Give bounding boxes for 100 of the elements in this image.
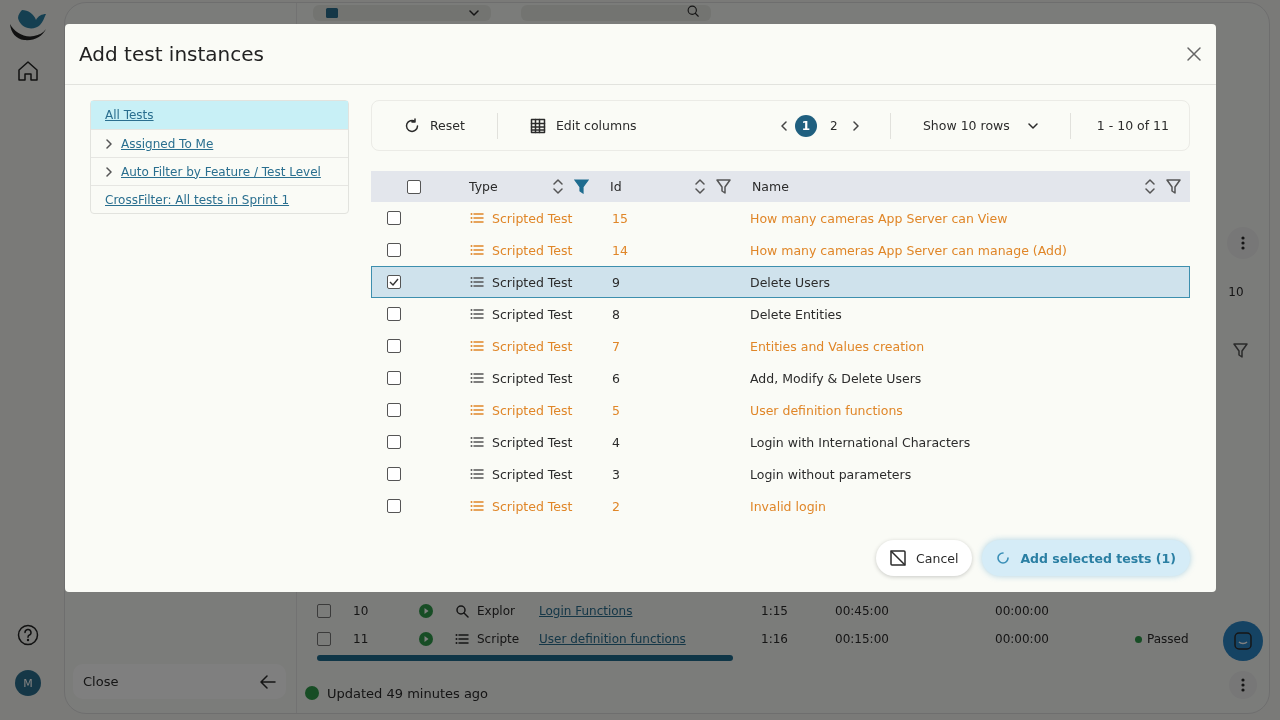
close-button[interactable]: Close bbox=[73, 664, 286, 699]
checkbox[interactable] bbox=[317, 604, 331, 618]
rows-dropdown[interactable]: Show 10 rows bbox=[916, 117, 1044, 134]
column-header[interactable]: Type bbox=[460, 171, 598, 202]
row-checkbox[interactable] bbox=[387, 307, 401, 321]
chevron-right-icon[interactable] bbox=[105, 166, 113, 177]
filter-item[interactable]: Auto Filter by Feature / Test Level bbox=[91, 157, 348, 185]
row-checkbox[interactable] bbox=[387, 499, 401, 513]
row-checkbox[interactable] bbox=[387, 339, 401, 353]
list-icon bbox=[470, 339, 484, 353]
table-cell-text: 00:15:00 bbox=[835, 632, 890, 646]
table-row[interactable]: Scripted Test 4 Login with International Characters bbox=[371, 426, 1190, 458]
kebab-icon bbox=[1241, 236, 1245, 250]
sort-icon[interactable] bbox=[694, 178, 706, 195]
close-icon[interactable] bbox=[1186, 46, 1202, 62]
edit-columns-button[interactable]: Edit columns bbox=[523, 116, 643, 135]
cancel-button[interactable]: Cancel bbox=[876, 540, 973, 576]
filter-icon[interactable] bbox=[1166, 179, 1181, 194]
help-icon[interactable] bbox=[17, 624, 39, 646]
row-checkbox[interactable] bbox=[387, 467, 401, 481]
table-cell-text: 14 bbox=[611, 242, 629, 258]
sort-icon[interactable] bbox=[552, 178, 564, 195]
table-cell-text: 1:16 bbox=[761, 632, 789, 646]
table-cell-text: User definition functions bbox=[749, 402, 904, 418]
list-icon bbox=[470, 435, 484, 449]
table-cell-text: 00:45:00 bbox=[835, 604, 890, 618]
checkmark-icon bbox=[389, 278, 399, 286]
table-row[interactable]: Scripted Test 3 Login without parameters bbox=[371, 458, 1190, 490]
filled-filter-icon[interactable] bbox=[574, 179, 589, 194]
filter-link[interactable]: CrossFilter: All tests in Sprint 1 bbox=[105, 192, 290, 207]
page-button[interactable]: 1 bbox=[794, 114, 817, 137]
table-cell-text: How many cameras App Server can manage (Add) bbox=[749, 242, 1068, 258]
row-checkbox[interactable] bbox=[387, 243, 401, 257]
table-cell: Scripted Test bbox=[492, 370, 573, 386]
play-icon[interactable] bbox=[419, 632, 433, 646]
avatar[interactable]: M bbox=[15, 670, 41, 696]
dialog-title: Add test instances bbox=[79, 42, 264, 66]
status-dot-icon bbox=[305, 686, 319, 700]
scrollbar[interactable] bbox=[317, 655, 733, 661]
play-icon[interactable] bbox=[419, 604, 433, 618]
table-cell-text: Invalid login bbox=[749, 498, 827, 514]
table-cell: Scripted Test bbox=[492, 306, 573, 322]
table-icon bbox=[529, 117, 546, 134]
page-button[interactable]: 2 bbox=[822, 114, 845, 137]
table-cell-text: Add, Modify & Delete Users bbox=[749, 370, 923, 386]
folder-icon bbox=[325, 7, 339, 19]
test-link[interactable]: Login Functions bbox=[539, 604, 761, 618]
chat-button[interactable] bbox=[1223, 621, 1263, 661]
chevron-right-icon[interactable] bbox=[851, 120, 860, 131]
cancel-icon bbox=[890, 550, 907, 566]
table-row[interactable]: Scripted Test 9 Delete Users bbox=[371, 266, 1190, 298]
row-checkbox[interactable] bbox=[387, 211, 401, 225]
filter-item[interactable]: All Tests bbox=[91, 101, 348, 129]
table-cell-text: 1:15 bbox=[761, 604, 789, 618]
magnifier-icon bbox=[455, 604, 469, 618]
spinner-icon bbox=[996, 551, 1011, 565]
table-row[interactable]: Scripted Test 8 Delete Entities bbox=[371, 298, 1190, 330]
home-icon[interactable] bbox=[17, 60, 39, 82]
table-cell-text: 00:00:00 bbox=[995, 632, 1050, 646]
filter-item[interactable]: Assigned To Me bbox=[91, 129, 348, 157]
chevron-down-icon bbox=[1027, 122, 1038, 129]
chevron-left-icon[interactable] bbox=[779, 120, 788, 131]
test-link[interactable]: User definition functions bbox=[539, 632, 761, 646]
filter-icon[interactable] bbox=[1233, 343, 1249, 359]
chat-icon bbox=[1233, 631, 1253, 651]
table-cell-text: 10 bbox=[353, 604, 370, 618]
table-cell: Scripted Test bbox=[492, 242, 573, 258]
table-cell-text: 2 bbox=[611, 498, 621, 514]
add-selected-button[interactable]: Add selected tests (1) bbox=[982, 540, 1190, 576]
table-cell-text: 11 bbox=[353, 632, 370, 646]
list-icon bbox=[455, 632, 469, 646]
table-cell: Scripted Test bbox=[492, 498, 573, 514]
table-cell-text: 5 bbox=[611, 402, 621, 418]
reset-button[interactable]: Reset bbox=[398, 116, 471, 135]
filter-link[interactable]: All Tests bbox=[105, 108, 154, 122]
chevron-right-icon[interactable] bbox=[105, 138, 113, 149]
chevron-down-icon bbox=[469, 10, 479, 16]
refresh-icon bbox=[404, 117, 420, 134]
search-field[interactable] bbox=[521, 5, 711, 21]
list-icon bbox=[470, 467, 484, 481]
project-selector[interactable] bbox=[313, 5, 491, 21]
table-row[interactable]: Scripted Test 6 Add, Modify & Delete Users bbox=[371, 362, 1190, 394]
search-icon bbox=[685, 5, 701, 17]
row-checkbox[interactable] bbox=[387, 371, 401, 385]
filter-item[interactable]: CrossFilter: All tests in Sprint 1 bbox=[91, 185, 348, 213]
select-all-checkbox[interactable] bbox=[407, 179, 421, 194]
list-icon bbox=[470, 403, 484, 417]
kebab-icon bbox=[1241, 678, 1245, 692]
sort-icon[interactable] bbox=[1144, 178, 1156, 195]
row-checkbox[interactable] bbox=[387, 435, 401, 449]
column-header[interactable]: Name bbox=[743, 171, 1190, 202]
row-checkbox[interactable] bbox=[387, 275, 401, 289]
column-header[interactable]: Id bbox=[601, 171, 740, 202]
filter-link[interactable]: Assigned To Me bbox=[121, 136, 214, 151]
row-checkbox[interactable] bbox=[387, 403, 401, 417]
table-cell: Scripted Test bbox=[492, 274, 573, 290]
checkbox[interactable] bbox=[317, 632, 331, 646]
filter-link[interactable]: Auto Filter by Feature / Test Level bbox=[121, 164, 321, 179]
filter-icon[interactable] bbox=[716, 179, 731, 194]
table-cell-text: How many cameras App Server can View bbox=[749, 210, 1009, 226]
